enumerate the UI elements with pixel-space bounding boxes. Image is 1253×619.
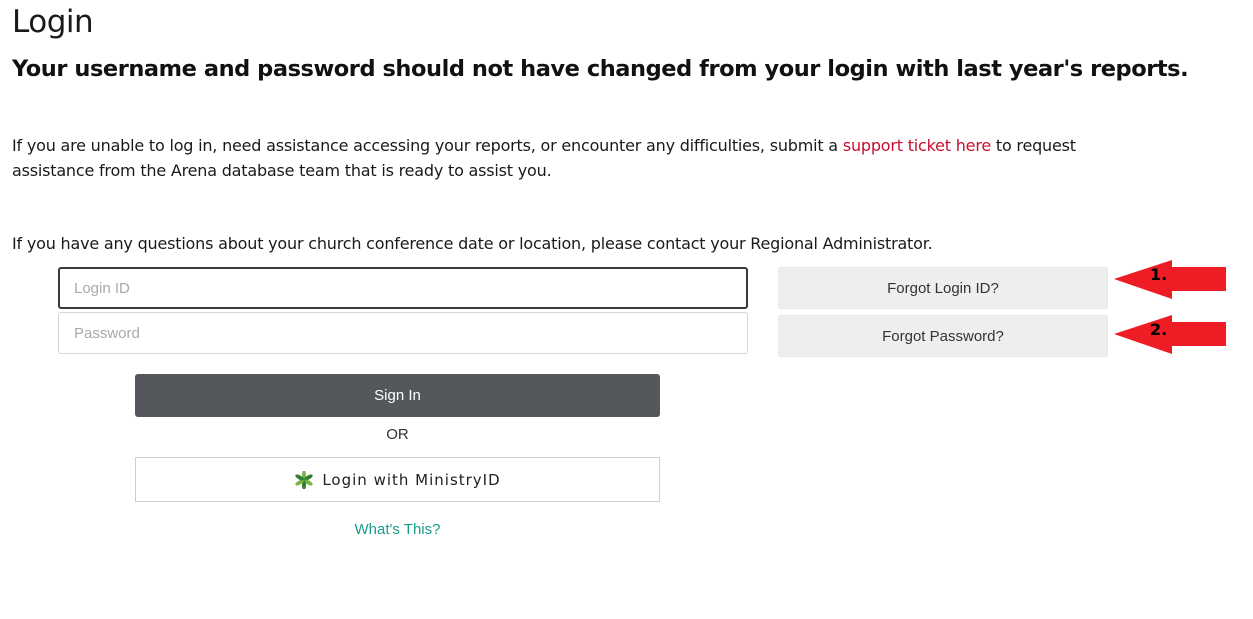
ministryid-leaf-icon xyxy=(294,470,314,489)
support-info-text: If you are unable to log in, need assist… xyxy=(12,133,1162,183)
support-info-text-start: If you are unable to log in, need assist… xyxy=(12,136,843,155)
annotation-label-2: 2. xyxy=(1150,320,1168,339)
annotation-arrow-2: 2. xyxy=(1112,314,1230,364)
sign-in-button[interactable]: Sign In xyxy=(135,374,660,417)
login-ministryid-button[interactable]: Login with MinistryID xyxy=(135,457,660,502)
forgot-password-button[interactable]: Forgot Password? xyxy=(778,315,1108,357)
page-subtitle: Your username and password should not ha… xyxy=(12,56,1189,82)
annotation-arrow-1: 1. xyxy=(1112,259,1230,309)
conference-info-text: If you have any questions about your chu… xyxy=(12,234,933,253)
login-id-input[interactable] xyxy=(58,267,748,309)
whats-this-link[interactable]: What's This? xyxy=(135,521,660,538)
login-ministryid-label: Login with MinistryID xyxy=(322,470,501,489)
page-title: Login xyxy=(12,4,94,40)
or-divider: OR xyxy=(386,426,409,443)
password-input[interactable] xyxy=(58,312,748,354)
annotation-label-1: 1. xyxy=(1150,265,1168,284)
forgot-login-id-button[interactable]: Forgot Login ID? xyxy=(778,267,1108,309)
support-ticket-link[interactable]: support ticket here xyxy=(843,136,991,155)
